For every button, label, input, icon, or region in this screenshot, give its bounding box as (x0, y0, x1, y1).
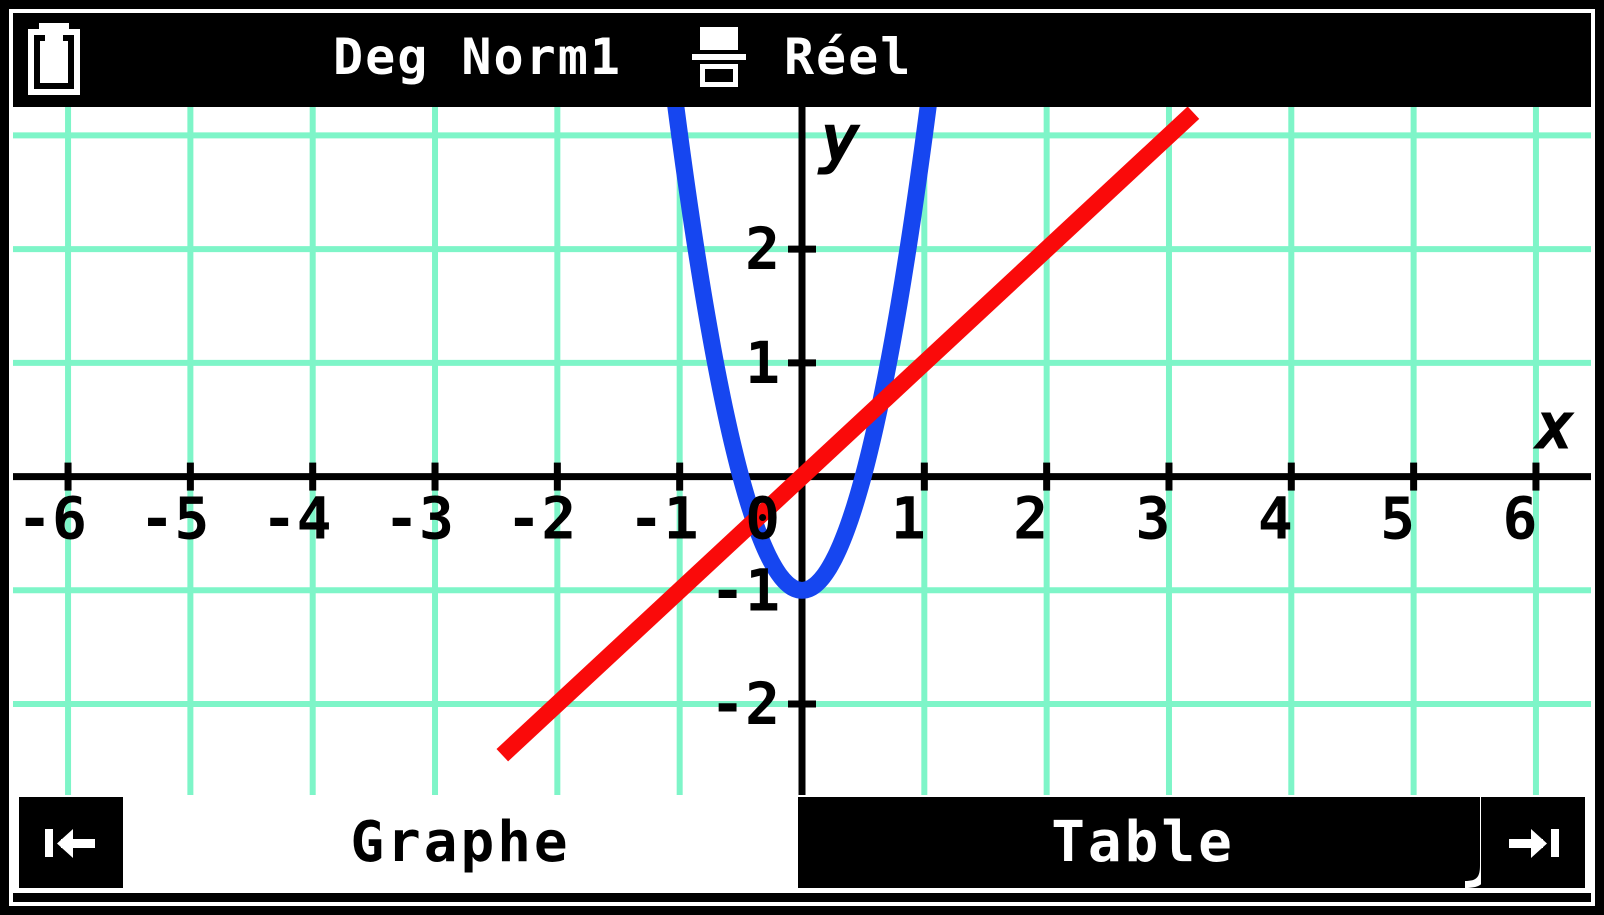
y-tick-label: -1 (710, 556, 780, 624)
status-angle-display-mode: Deg Norm1 (333, 28, 622, 86)
curves-layer (496, 107, 1200, 762)
y-tick-label: -2 (710, 670, 780, 738)
tab-graphe-label: Graphe (350, 809, 571, 875)
y-tick-label: 2 (745, 215, 780, 283)
x-tick-label: -1 (629, 485, 699, 553)
x-tick-label: -2 (506, 485, 576, 553)
graph-plot-area[interactable]: -6 -5 -4 -3 -2 -1 1 2 3 4 5 6 -2 -1 1 2 0 x y (13, 107, 1591, 795)
status-bar: Deg Norm1 Réel (13, 13, 1591, 101)
jump-to-last-icon (1509, 828, 1559, 858)
y-axis-name-label: y (817, 107, 861, 177)
x-tick-label: -4 (262, 485, 332, 553)
jump-to-first-tab-button[interactable] (19, 797, 123, 888)
axis-labels-layer: -6 -5 -4 -3 -2 -1 1 2 3 4 5 6 -2 -1 1 2 0 x y (17, 107, 1575, 738)
x-tick-label: -6 (17, 485, 87, 553)
x-tick-label: 2 (1013, 485, 1048, 553)
calculator-screen: Deg Norm1 Réel -6 -5 -4 -3 -2 -1 1 2 3 4 5 6 -2 -1 1 2 0… (0, 0, 1604, 915)
x-tick-label: 5 (1380, 485, 1415, 553)
fraction-numerator-box (699, 27, 738, 50)
jump-to-last-tab-button[interactable] (1481, 797, 1585, 888)
x-tick-label: -5 (139, 485, 209, 553)
x-axis-name-label: x (1532, 388, 1575, 465)
bottom-tab-bar: Graphe Table (13, 795, 1591, 893)
tab-graphe[interactable]: Graphe (123, 797, 798, 888)
x-tick-label: 6 (1502, 485, 1537, 553)
x-tick-label: 3 (1136, 485, 1171, 553)
graph-canvas: -6 -5 -4 -3 -2 -1 1 2 3 4 5 6 -2 -1 1 2 0 x y (13, 107, 1591, 795)
x-tick-label: 1 (891, 485, 926, 553)
y-tick-label: 1 (745, 329, 780, 397)
x-tick-label: 4 (1258, 485, 1293, 553)
x-tick-label: -3 (384, 485, 454, 553)
fraction-denominator-box (699, 64, 738, 87)
fraction-bar (691, 54, 746, 60)
tab-table-label: Table (1051, 809, 1235, 875)
status-number-mode: Réel (783, 28, 913, 86)
fraction-display-icon (691, 25, 746, 89)
curve-y2 (496, 107, 1200, 762)
jump-to-first-icon (45, 828, 95, 858)
axes-layer (13, 107, 1591, 795)
origin-label: 0 (745, 485, 780, 553)
tab-table[interactable]: Table (798, 797, 1488, 888)
